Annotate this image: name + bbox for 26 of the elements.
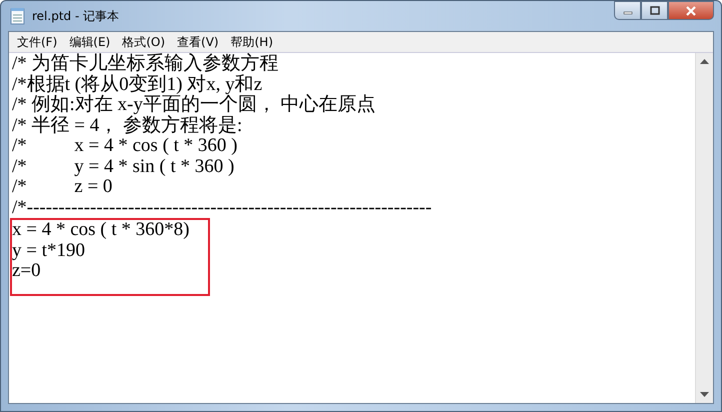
notepad-icon: [10, 7, 26, 25]
text-line: x = 4 * cos ( t * 360*8): [12, 220, 190, 240]
window-title: rel.ptd - 记事本: [32, 8, 120, 24]
text-line: z=0: [12, 261, 42, 282]
menu-item[interactable]: 查看(V): [171, 34, 225, 50]
maximize-button[interactable]: [641, 1, 668, 20]
text-line: /* 例如:对在 x-y平面的一个圆， 中心在原点: [12, 95, 377, 115]
text-line: /*根据t (将从0变到1) 对x, y和z: [12, 74, 264, 94]
menu-item[interactable]: 文件(F): [11, 34, 64, 50]
text-line: /* y = 4 * sin ( t * 360 ): [12, 156, 236, 177]
scroll-up-icon[interactable]: [700, 59, 709, 64]
text-line: /*----------------------------------------------------------------: [12, 198, 433, 218]
text-line: /* z = 0: [12, 177, 114, 198]
text-line: /* x = 4 * cos ( t * 360 ): [12, 136, 239, 156]
menu-item[interactable]: 格式(O): [116, 34, 172, 50]
close-button[interactable]: [668, 1, 714, 20]
close-icon: [685, 6, 697, 16]
text-line: /* 半径 = 4， 参数方程将是:: [12, 116, 244, 136]
menu-item[interactable]: 帮助(H): [224, 34, 279, 50]
scroll-down-icon[interactable]: [700, 392, 709, 397]
text-line: y = t*190: [12, 240, 86, 261]
scrollbar[interactable]: [695, 53, 713, 403]
minimize-button[interactable]: [614, 1, 641, 20]
menu-item[interactable]: 编辑(E): [63, 34, 116, 50]
maximize-icon: [650, 6, 660, 15]
text-line: /* 为笛卡儿坐标系输入参数方程: [12, 54, 280, 74]
